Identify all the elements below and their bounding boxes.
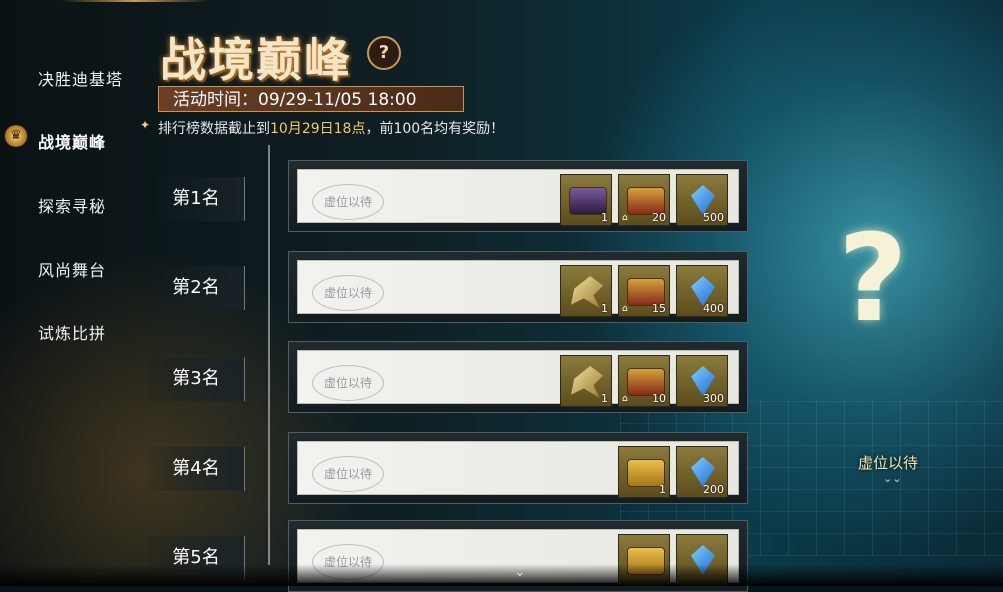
ranking-row[interactable]: 虚位以待 1 ⌂ 10 300 xyxy=(288,341,748,413)
rank-label: 第3名 xyxy=(148,357,245,401)
reward-quantity: 200 xyxy=(703,483,724,496)
notice-pre: 排行榜数据截止到 xyxy=(158,121,270,137)
player-placeholder: 虚位以待 xyxy=(312,456,384,492)
nav-item-1[interactable]: 决胜迪基塔 xyxy=(38,66,123,90)
ranking-card: 虚位以待 1 ⌂ 10 300 xyxy=(297,350,739,407)
reward-item[interactable]: ⌂ 10 xyxy=(618,355,670,407)
help-button[interactable]: ? xyxy=(367,36,401,70)
sidebar: 决胜迪基塔 ♛ 战境巅峰 探索寻秘 风尚舞台 试炼比拼 xyxy=(0,0,140,586)
ranking-notice: 排行榜数据截止到10月29日18点，前100名均有奖励！ xyxy=(158,118,504,138)
reward-item[interactable]: ⌂ 15 xyxy=(618,265,670,317)
reward-quantity: 10 xyxy=(652,392,666,405)
player-placeholder: 虚位以待 xyxy=(312,365,384,401)
nav-item-5[interactable]: 试炼比拼 xyxy=(38,320,106,344)
reward-quantity: 400 xyxy=(703,302,724,315)
bind-lock-icon: ⌂ xyxy=(622,394,628,404)
mystery-question-icon: ? xyxy=(838,210,908,349)
ranking-row[interactable]: 虚位以待 1 ⌂ 20 500 xyxy=(288,160,748,232)
reward-item[interactable]: 1 xyxy=(560,265,612,317)
reward-quantity: 1 xyxy=(601,392,608,405)
ranking-card: 虚位以待 1 ⌂ 15 400 xyxy=(297,260,739,317)
scroll-down-icon[interactable]: ⌄ xyxy=(514,564,526,580)
chevron-down-icon: ⌄⌄ xyxy=(883,472,902,485)
reward-item[interactable]: 200 xyxy=(676,446,728,498)
rank-label: 第4名 xyxy=(148,447,245,491)
reward-quantity: 15 xyxy=(652,302,666,315)
weapon-icon xyxy=(571,276,603,308)
bind-lock-icon: ⌂ xyxy=(622,213,628,223)
reward-quantity: 500 xyxy=(703,211,724,224)
notice-highlight: 10月29日18点 xyxy=(270,121,366,137)
notice-post: ，前100名均有奖励！ xyxy=(365,121,505,137)
bind-lock-icon: ⌂ xyxy=(622,304,628,314)
reward-item[interactable]: 300 xyxy=(676,355,728,407)
ranking-row[interactable]: 虚位以待 1 200 xyxy=(288,432,748,504)
ranking-row[interactable]: 虚位以待 1 ⌂ 15 400 xyxy=(288,251,748,323)
rank-label: 第2名 xyxy=(148,266,245,310)
sparkle-icon: ✦ xyxy=(140,118,151,132)
rank-label: 第1名 xyxy=(148,177,245,221)
player-placeholder: 虚位以待 xyxy=(312,275,384,311)
weapon-icon xyxy=(571,366,603,398)
reward-quantity: 1 xyxy=(659,483,666,496)
nav-item-2[interactable]: 战境巅峰 xyxy=(38,129,106,153)
reward-item[interactable]: 1 xyxy=(618,446,670,498)
player-placeholder: 虚位以待 xyxy=(312,184,384,220)
reward-quantity: 20 xyxy=(652,211,666,224)
nav-item-4[interactable]: 风尚舞台 xyxy=(38,257,106,281)
nav-item-3[interactable]: 探索寻秘 xyxy=(38,193,106,217)
bottom-fade xyxy=(0,564,1003,586)
reward-item[interactable]: 1 xyxy=(560,174,612,226)
ranking-card: 虚位以待 1 ⌂ 20 500 xyxy=(297,169,739,226)
reward-item[interactable]: 500 xyxy=(676,174,728,226)
reward-quantity: 1 xyxy=(601,211,608,224)
reward-item[interactable]: 400 xyxy=(676,265,728,317)
page-title: 战境巅峰 xyxy=(160,33,352,87)
reward-item[interactable]: 1 xyxy=(560,355,612,407)
reward-item[interactable]: ⌂ 20 xyxy=(618,174,670,226)
ranking-card: 虚位以待 1 200 xyxy=(297,441,739,498)
event-time: 活动时间：09/29-11/05 18:00 xyxy=(158,86,464,112)
reward-quantity: 1 xyxy=(601,302,608,315)
preview-placeholder-label: 虚位以待 xyxy=(858,454,919,472)
reward-quantity: 300 xyxy=(703,392,724,405)
rank-divider xyxy=(268,145,270,565)
trophy-icon: ♛ xyxy=(3,125,29,147)
